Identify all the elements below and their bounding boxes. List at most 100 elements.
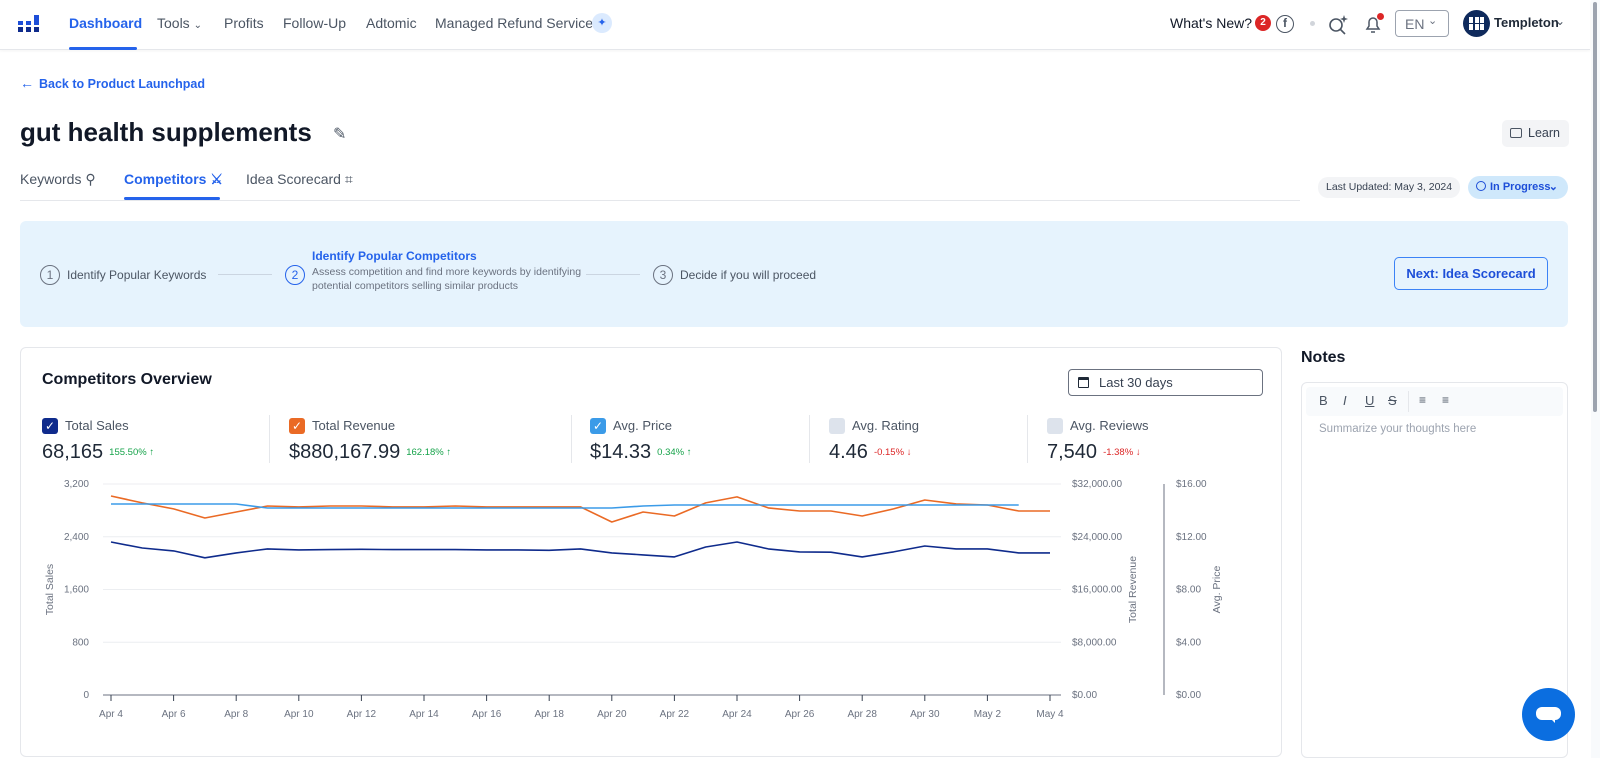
status-label: In Progress <box>1490 181 1551 193</box>
edit-pencil-icon[interactable]: ✎ <box>333 124 346 144</box>
chevron-down-icon[interactable]: ⌄ <box>1555 14 1565 28</box>
nav-dashboard[interactable]: Dashboard <box>69 15 142 31</box>
y-right-revenue-axis-title: Total Revenue <box>1127 556 1139 623</box>
x-tick-label: Apr 14 <box>409 709 439 720</box>
chat-icon-tail <box>1550 718 1555 723</box>
chat-button[interactable] <box>1522 688 1575 741</box>
chevron-down-icon: ⌄ <box>1428 15 1438 27</box>
facebook-icon[interactable]: f <box>1276 15 1294 33</box>
tab-keywords[interactable]: Keywords ⚲ <box>20 171 96 188</box>
nav-follow-up[interactable]: Follow-Up <box>283 15 346 31</box>
separator-dot <box>1310 21 1315 26</box>
y-right-revenue-tick-label: $8,000.00 <box>1072 637 1117 648</box>
page-scrollbar[interactable] <box>1591 0 1600 758</box>
bold-button[interactable]: B <box>1319 393 1328 408</box>
status-circle-icon <box>1476 181 1486 191</box>
y-right-revenue-tick-label: $32,000.00 <box>1072 479 1122 490</box>
tab-idea-scorecard-label: Idea Scorecard <box>246 171 341 187</box>
status-dropdown[interactable]: In Progress ⌄ <box>1468 176 1568 199</box>
video-icon <box>1510 128 1522 138</box>
x-tick-label: Apr 8 <box>224 709 248 720</box>
y-right-revenue-tick-label: $16,000.00 <box>1072 585 1122 596</box>
x-tick-label: Apr 16 <box>472 709 502 720</box>
nav-managed-refund-service[interactable]: Managed Refund Service <box>435 15 593 31</box>
y-left-tick-label: 800 <box>72 637 89 648</box>
x-tick-label: Apr 24 <box>722 709 752 720</box>
x-tick-label: Apr 18 <box>534 709 564 720</box>
last-updated-badge: Last Updated: May 3, 2024 <box>1318 177 1461 198</box>
nav-tools-label: Tools <box>157 15 190 31</box>
active-tab-indicator <box>124 197 220 200</box>
x-tick-label: Apr 28 <box>847 709 877 720</box>
nav-adtomic[interactable]: Adtomic <box>366 15 417 31</box>
toolbar-divider <box>1408 391 1409 412</box>
y-left-axis-title: Total Sales <box>44 564 56 615</box>
italic-button[interactable]: I <box>1343 393 1347 408</box>
bullet-list-icon[interactable]: ≡ <box>1442 393 1449 407</box>
user-menu[interactable]: Templeton <box>1494 15 1559 30</box>
y-left-tick-label: 0 <box>83 690 89 701</box>
x-tick-label: Apr 30 <box>910 709 940 720</box>
y-right-price-tick-label: $16.00 <box>1176 479 1207 490</box>
underline-button[interactable]: U <box>1365 393 1374 408</box>
step-2-number: 2 <box>285 265 305 285</box>
competitors-overview-card: Competitors Overview Last 30 days ✓ Tota… <box>20 347 1282 757</box>
y-left-tick-label: 1,600 <box>64 585 89 596</box>
competitors-line-chart: 0 800 1,600 2,400 3,200 $0.00 $8,000.00 $16,000… <box>44 479 1223 720</box>
notes-placeholder[interactable]: Summarize your thoughts here <box>1319 423 1476 435</box>
back-to-launchpad-link[interactable]: ← Back to Product Launchpad <box>20 75 205 91</box>
language-value: EN <box>1405 16 1425 32</box>
learn-button[interactable]: Learn <box>1502 120 1569 147</box>
language-select[interactable]: EN ⌄ <box>1395 10 1449 37</box>
y-right-price-tick-label: $0.00 <box>1176 690 1201 701</box>
step-connector <box>586 274 640 275</box>
learn-label: Learn <box>1528 126 1560 140</box>
swords-icon: ⚔ <box>210 171 223 187</box>
x-tick-label: Apr 20 <box>597 709 627 720</box>
scrollbar-thumb[interactable] <box>1593 2 1597 412</box>
x-tick-label: Apr 22 <box>660 709 690 720</box>
chat-icon <box>1536 707 1561 720</box>
y-left-tick-label: 2,400 <box>64 532 89 543</box>
active-nav-indicator <box>69 47 137 50</box>
page-title: gut health supplements <box>20 117 312 147</box>
nav-tools[interactable]: Tools ⌄ <box>157 15 202 31</box>
step-connector <box>218 274 272 275</box>
x-tick-label: Apr 26 <box>785 709 815 720</box>
nav-profits[interactable]: Profits <box>224 15 264 31</box>
whats-new-count-badge: 2 <box>1255 15 1271 31</box>
ai-search-icon[interactable] <box>1327 13 1349 35</box>
avatar[interactable] <box>1463 10 1490 37</box>
step-2-label: Identify Popular Competitors <box>312 249 477 263</box>
notes-title: Notes <box>1301 349 1346 366</box>
next-idea-scorecard-button[interactable]: Next: Idea Scorecard <box>1394 257 1548 290</box>
tab-keywords-label: Keywords <box>20 171 82 187</box>
whats-new-link[interactable]: What's New? <box>1170 15 1252 31</box>
y-right-price-tick-label: $12.00 <box>1176 532 1207 543</box>
notification-dot <box>1377 13 1384 20</box>
ordered-list-icon[interactable]: ≡ <box>1419 393 1426 407</box>
progress-steps: 1 Identify Popular Keywords 2 Identify P… <box>20 221 1568 327</box>
back-link-label: Back to Product Launchpad <box>39 77 205 91</box>
y-left-tick-label: 3,200 <box>64 479 89 490</box>
step-1-label: Identify Popular Keywords <box>67 268 207 282</box>
y-right-price-tick-label: $4.00 <box>1176 637 1201 648</box>
series-line-total-sales <box>110 541 1050 559</box>
y-right-revenue-tick-label: $0.00 <box>1072 690 1097 701</box>
logo-icon[interactable] <box>18 15 40 33</box>
sparkle-icon[interactable]: ✦ <box>592 13 612 33</box>
tab-idea-scorecard[interactable]: Idea Scorecard ⌗ <box>246 171 353 188</box>
tab-competitors-label: Competitors <box>124 171 207 187</box>
key-icon: ⚲ <box>85 171 96 187</box>
arrow-left-icon: ← <box>20 75 34 91</box>
step-3-number: 3 <box>653 265 673 285</box>
tab-competitors[interactable]: Competitors ⚔ <box>124 171 223 188</box>
x-tick-label: Apr 4 <box>99 709 123 720</box>
series-line-avg-price <box>111 503 1019 509</box>
x-tick-label: Apr 12 <box>347 709 377 720</box>
x-tick-label: Apr 6 <box>162 709 186 720</box>
chevron-down-icon: ⌄ <box>193 20 202 31</box>
notes-toolbar: B I U S ≡ ≡ <box>1306 387 1563 416</box>
x-tick-label: Apr 10 <box>284 709 314 720</box>
strikethrough-button[interactable]: S <box>1388 393 1397 408</box>
